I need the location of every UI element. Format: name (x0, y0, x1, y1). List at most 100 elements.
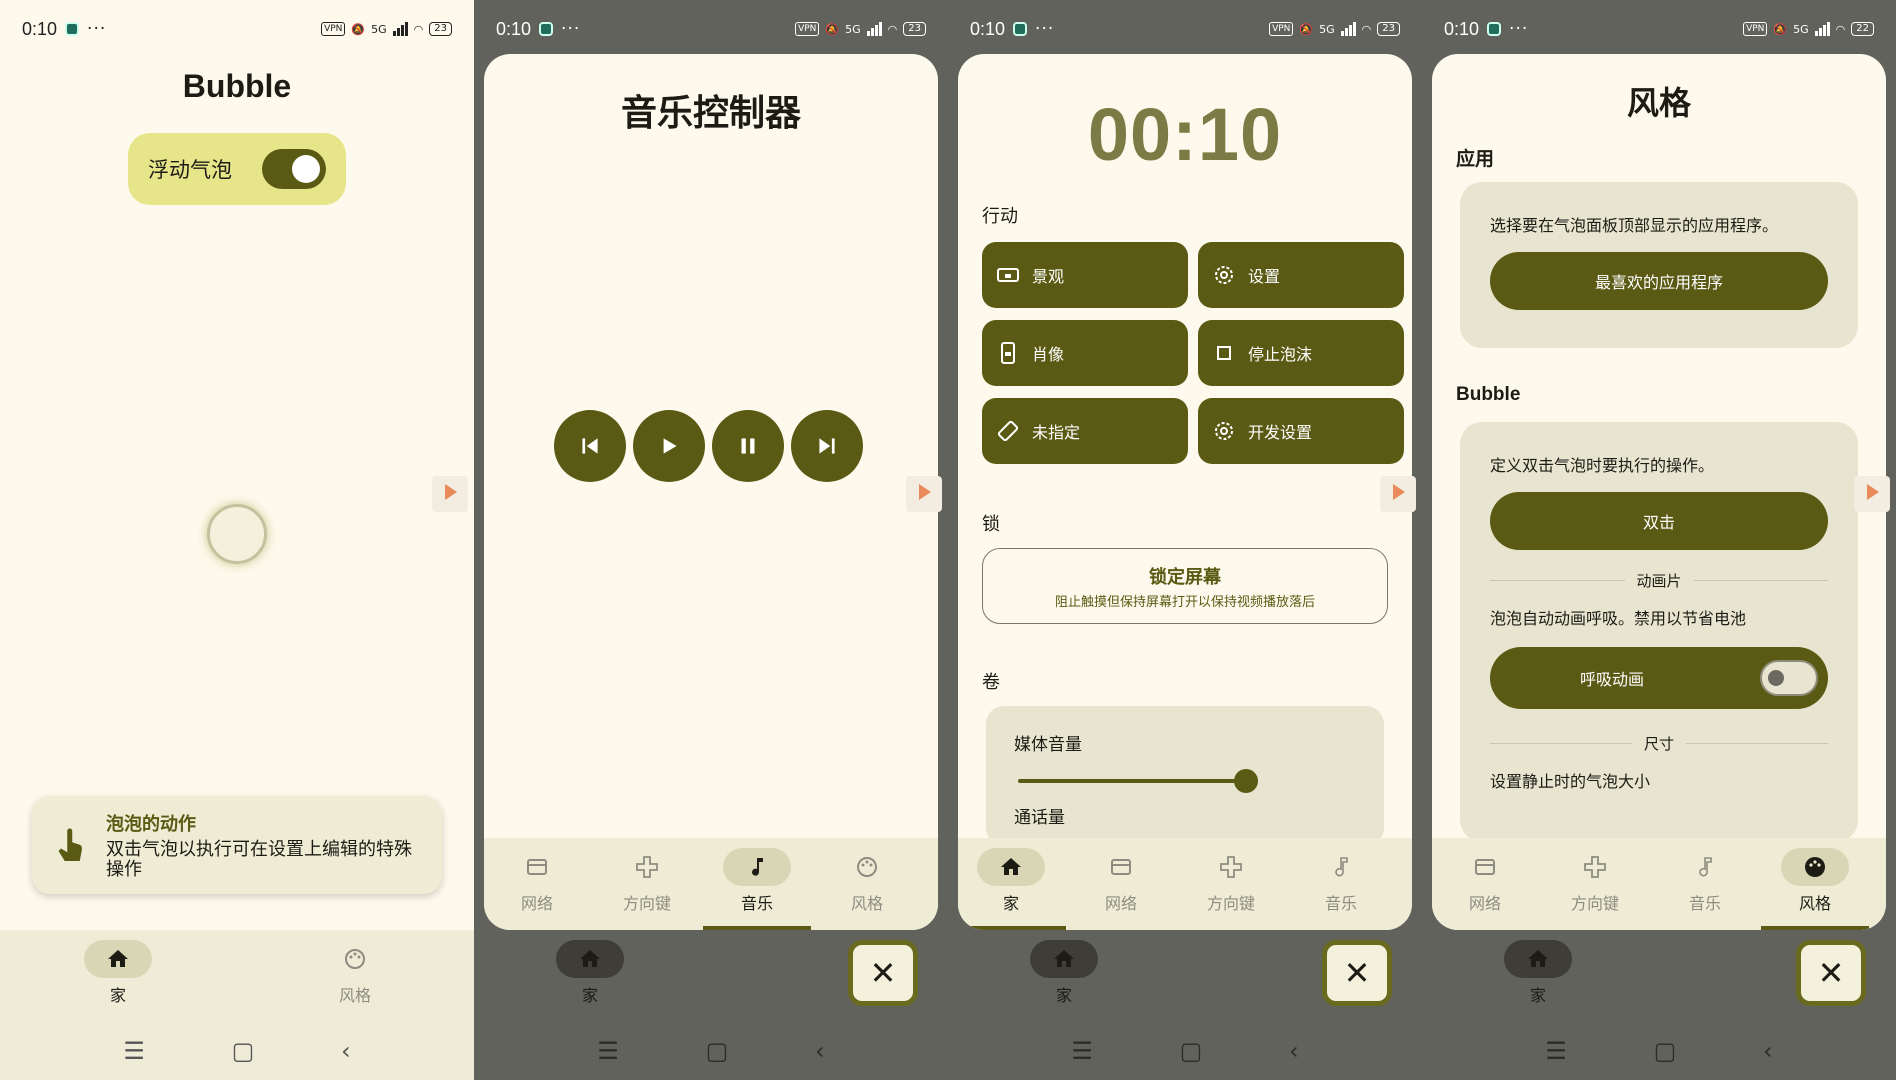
edge-handle[interactable] (1380, 476, 1416, 512)
nav-home[interactable]: 家 (961, 848, 1061, 914)
close-button[interactable]: ✕ (1796, 940, 1866, 1006)
double-tap-button[interactable]: 双击 (1490, 492, 1828, 550)
floating-bubble-toggle[interactable]: 浮动气泡 (128, 133, 346, 205)
slider-track (1018, 779, 1246, 783)
nav-music[interactable]: 音乐 (1655, 848, 1755, 914)
nav-dpad[interactable]: 方向键 (597, 848, 697, 914)
back-button[interactable]: ‹ (815, 1037, 825, 1065)
mute-icon: 🔕 (1299, 22, 1314, 36)
nav-music-label: 音乐 (740, 894, 773, 913)
apps-card: 选择要在气泡面板顶部显示的应用程序。 最喜欢的应用程序 (1460, 182, 1858, 348)
status-bar: 0:10 ··· VPN 🔕 5G ◠ 22 (1444, 16, 1874, 42)
home-button[interactable]: ▢ (706, 1037, 729, 1065)
back-button[interactable]: ‹ (1289, 1037, 1299, 1065)
action-label: 设置 (1248, 267, 1281, 286)
dpad-icon (1197, 848, 1265, 886)
panel-navigation: 网络 方向键 音乐 风格 (1432, 838, 1886, 930)
slider-knob[interactable] (1234, 769, 1258, 793)
action-settings-button[interactable]: 设置 (1198, 242, 1404, 308)
more-notifications-icon: ··· (1035, 19, 1055, 39)
signal-icon (1814, 22, 1830, 36)
call-volume-label: 通话量 (1014, 808, 1065, 828)
signal-label: 5G (371, 22, 387, 36)
next-button[interactable] (791, 410, 863, 482)
pause-button[interactable] (712, 410, 784, 482)
recents-button[interactable]: ☰ (597, 1037, 619, 1065)
media-volume-slider[interactable] (1018, 769, 1352, 793)
edge-handle[interactable] (1854, 476, 1890, 512)
lock-screen-button[interactable]: 锁定屏幕 阻止触摸但保持屏幕打开以保持视频播放落后 (982, 548, 1388, 624)
play-button[interactable] (633, 410, 705, 482)
bubble-description: 定义双击气泡时要执行的操作。 (1490, 456, 1715, 475)
screen-home-dialog: 0:10 ··· VPN 🔕 5G ◠ 23 00:10 行动 景观 设置 肖像 (948, 0, 1422, 1080)
nav-network[interactable]: 网络 (1071, 848, 1171, 914)
screen-home: 0:10 ··· VPN 🔕 5G ◠ 23 Bubble 浮动气泡 泡泡的动作… (0, 0, 474, 1080)
previous-button[interactable] (554, 410, 626, 482)
home-button[interactable]: ▢ (232, 1037, 255, 1065)
back-button[interactable]: ‹ (341, 1037, 351, 1065)
close-icon: ✕ (1817, 954, 1845, 992)
close-button[interactable]: ✕ (1322, 940, 1392, 1006)
favorite-apps-button[interactable]: 最喜欢的应用程序 (1490, 252, 1828, 310)
gear-icon (1215, 266, 1233, 284)
home-icon (977, 848, 1045, 886)
nav-style[interactable]: 风格 (817, 848, 917, 914)
network-icon (1087, 848, 1155, 886)
nav-home[interactable]: 家 (68, 940, 168, 1006)
app-notification-icon (65, 22, 80, 36)
home-button[interactable]: ▢ (1654, 1037, 1677, 1065)
nav-music[interactable]: 音乐 (707, 848, 807, 914)
under-nav-home-label: 家 (1055, 986, 1072, 1005)
music-controls (554, 410, 863, 482)
volume-header: 卷 (982, 672, 1000, 693)
breath-animation-toggle[interactable]: 呼吸动画 (1490, 647, 1828, 709)
home-button[interactable]: ▢ (1180, 1037, 1203, 1065)
wifi-icon: ◠ (1361, 22, 1372, 36)
nav-style[interactable]: 风格 (1765, 848, 1865, 914)
action-stop-bubble-button[interactable]: 停止泡沫 (1198, 320, 1404, 386)
nav-music[interactable]: 音乐 (1291, 848, 1391, 914)
more-notifications-icon: ··· (87, 19, 107, 39)
status-time: 0:10 (1444, 18, 1480, 39)
size-divider: 尺寸 (1490, 733, 1828, 754)
wifi-icon: ◠ (1835, 22, 1846, 36)
dpad-icon (613, 848, 681, 886)
under-nav-home: 家 (540, 940, 640, 1006)
actions-header: 行动 (982, 206, 1018, 227)
wifi-icon: ◠ (413, 22, 424, 36)
nav-dpad[interactable]: 方向键 (1545, 848, 1645, 914)
action-dev-settings-button[interactable]: 开发设置 (1198, 398, 1404, 464)
nav-music-label: 音乐 (1324, 894, 1357, 913)
action-portrait-button[interactable]: 肖像 (982, 320, 1188, 386)
action-unspecified-button[interactable]: 未指定 (982, 398, 1188, 464)
edge-handle[interactable] (432, 476, 468, 512)
nav-network-label: 网络 (520, 894, 553, 913)
edge-handle[interactable] (906, 476, 942, 512)
floating-bubble[interactable] (207, 504, 267, 564)
close-icon: ✕ (869, 954, 897, 992)
recents-button[interactable]: ☰ (123, 1037, 145, 1065)
action-label: 景观 (1032, 267, 1065, 286)
toggle-switch[interactable] (1760, 660, 1818, 696)
nav-network[interactable]: 网络 (487, 848, 587, 914)
action-landscape-button[interactable]: 景观 (982, 242, 1188, 308)
back-button[interactable]: ‹ (1763, 1037, 1773, 1065)
size-description: 设置静止时的气泡大小 (1490, 772, 1651, 791)
status-icons: VPN 🔕 5G ◠ 23 (321, 22, 452, 36)
app-notification-icon (1487, 22, 1502, 36)
nav-network[interactable]: 网络 (1435, 848, 1535, 914)
recents-button[interactable]: ☰ (1545, 1037, 1567, 1065)
palette-icon (1781, 848, 1849, 886)
toggle-switch[interactable] (262, 149, 326, 189)
nav-style[interactable]: 风格 (305, 940, 405, 1006)
recents-button[interactable]: ☰ (1071, 1037, 1093, 1065)
status-time: 0:10 (496, 18, 532, 39)
action-label: 停止泡沫 (1248, 345, 1313, 364)
nav-dpad[interactable]: 方向键 (1181, 848, 1281, 914)
animation-divider-label: 动画片 (1636, 572, 1682, 590)
close-button[interactable]: ✕ (848, 940, 918, 1006)
panel-navigation: 家 网络 方向键 音乐 (958, 838, 1412, 930)
square-icon (1217, 346, 1231, 360)
nav-style-label: 风格 (850, 894, 883, 913)
lock-subtitle: 阻止触摸但保持屏幕打开以保持视频播放落后 (1054, 595, 1315, 610)
